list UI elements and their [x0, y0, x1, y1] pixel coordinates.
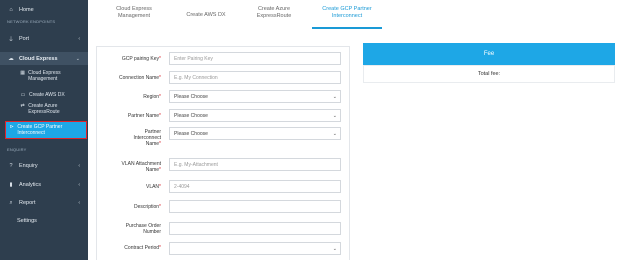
vlan-attachment-name-input[interactable]: E.g. My-Attachment: [169, 158, 341, 171]
label-purchase-order-number: Purchase Order Number: [125, 223, 161, 235]
partner-name-select-value: Please Choose: [174, 112, 208, 119]
sidebar: ⌂ Home NETWORK ENDPOINTS ⏚ Port ‹ ☁ Clou…: [0, 0, 88, 260]
arrows-icon: ⇄: [20, 103, 25, 109]
sidebar-item-home[interactable]: ⌂ Home: [0, 5, 88, 15]
cloud-icon: ☁: [8, 55, 14, 62]
sidebar-item-cloud-express[interactable]: ☁ Cloud Express ⌄: [0, 52, 88, 65]
sidebar-item-label: Port: [19, 36, 30, 42]
sidebar-item-port[interactable]: ⏚ Port ‹: [0, 33, 88, 45]
sidebar-item-analytics[interactable]: ▮ Analytics ‹: [0, 179, 88, 191]
sidebar-item-label: Enquiry: [19, 163, 38, 169]
region-select[interactable]: Please Choose ⌄: [169, 90, 341, 103]
label-description: Description*: [134, 204, 161, 210]
sidebar-subitem-create-aws-dx[interactable]: ▭ Create AWS DX: [20, 92, 82, 98]
tab-create-aws-dx[interactable]: Create AWS DX: [176, 12, 236, 19]
label-gcp-pairing-key: GCP pairing Key*: [121, 56, 161, 62]
contract-period-select[interactable]: ⌄: [169, 242, 341, 255]
tab-create-azure-expressroute[interactable]: Create Azure ExpressRoute: [245, 6, 303, 20]
label-vlan: VLAN*: [145, 184, 161, 190]
partner-interconnect-name-select[interactable]: Please Choose ⌄: [169, 127, 341, 140]
box-icon: ▭: [20, 92, 26, 98]
label-contract-period: Contract Period*: [124, 245, 161, 251]
chevron-right-icon: ‹: [78, 163, 80, 169]
sidebar-item-enquiry[interactable]: ? Enquiry ‹: [0, 160, 88, 172]
vlan-input[interactable]: 2-4094: [169, 180, 341, 193]
label-connection-name: Connection Name*: [119, 75, 161, 81]
sidebar-subitem-create-azure-expressroute[interactable]: ⇄ Create Azure ExpressRoute: [20, 103, 82, 115]
plug-icon: ⏚: [8, 37, 14, 43]
search-icon: ⌕: [9, 199, 13, 206]
purchase-order-number-input[interactable]: [169, 222, 341, 235]
sidebar-item-label: Cloud Express: [19, 55, 58, 62]
label-vlan-attachment-name: VLAN Attachment Name*: [121, 161, 161, 173]
sidebar-subitem-create-gcp-partner-interconnect[interactable]: ⊳ Create GCP Partner Interconnect: [5, 121, 87, 139]
tab-cloud-express-management[interactable]: Cloud Express Management: [104, 6, 164, 20]
sidebar-subitem-label: Create Azure ExpressRoute: [28, 103, 60, 115]
sidebar-subitem-label: Cloud Express Management: [28, 70, 61, 82]
partner-name-select[interactable]: Please Choose ⌄: [169, 109, 341, 122]
total-fee: Total fee:: [363, 65, 615, 83]
sidebar-item-label: Home: [19, 7, 34, 13]
label-partner-name: Partner Name*: [127, 113, 161, 119]
sidebar-subitem-cloud-express-management[interactable]: ▦ Cloud Express Management: [20, 70, 82, 82]
fee-header: Fee: [363, 43, 615, 65]
chevron-right-icon: ‹: [78, 36, 80, 42]
sidebar-item-report[interactable]: ⌕ Report ‹: [0, 197, 88, 209]
gcp-interconnect-form: GCP pairing Key* Enter Pairing Key Conne…: [96, 46, 350, 260]
chevron-down-icon: ⌄: [332, 113, 337, 119]
question-icon: ?: [9, 163, 13, 169]
gcp-pairing-key-input[interactable]: Enter Pairing Key: [169, 52, 341, 65]
chevron-right-icon: ‹: [78, 200, 80, 206]
chevron-down-icon: ⌄: [332, 131, 337, 137]
chart-icon: ▮: [9, 182, 13, 188]
sidebar-subitem-label: Create GCP Partner Interconnect: [17, 124, 63, 136]
grid-icon: ▦: [20, 70, 25, 76]
section-network-endpoints: NETWORK ENDPOINTS: [7, 19, 56, 24]
connection-name-input[interactable]: E.g. My Connection: [169, 71, 341, 84]
region-select-value: Please Choose: [174, 93, 208, 100]
active-tab-indicator: [312, 27, 382, 29]
description-input[interactable]: [169, 200, 341, 213]
partner-interconnect-select-value: Please Choose: [174, 130, 208, 137]
label-region: Region*: [143, 94, 161, 100]
chevron-down-icon: ⌄: [332, 246, 337, 252]
home-icon: ⌂: [9, 7, 13, 13]
sidebar-subitem-label: Create AWS DX: [29, 92, 65, 98]
tab-create-gcp-partner-interconnect[interactable]: Create GCP Partner Interconnect: [312, 6, 382, 20]
sidebar-subitem-row: ⊳ Create GCP Partner Interconnect: [9, 124, 83, 136]
chevron-right-icon: ‹: [78, 182, 80, 188]
sidebar-item-settings[interactable]: Settings: [0, 215, 88, 227]
section-enquiry: ENQUIRY: [7, 147, 27, 152]
sidebar-item-label: Analytics: [19, 182, 42, 188]
label-partner-interconnect-name: Partner Interconnect Name*: [133, 129, 161, 147]
link-icon: ⊳: [9, 124, 14, 130]
chevron-down-icon: ⌄: [332, 94, 337, 100]
sidebar-item-label: Report: [19, 200, 36, 206]
chevron-down-icon: ⌄: [75, 55, 80, 62]
sidebar-item-label: Settings: [17, 218, 37, 224]
